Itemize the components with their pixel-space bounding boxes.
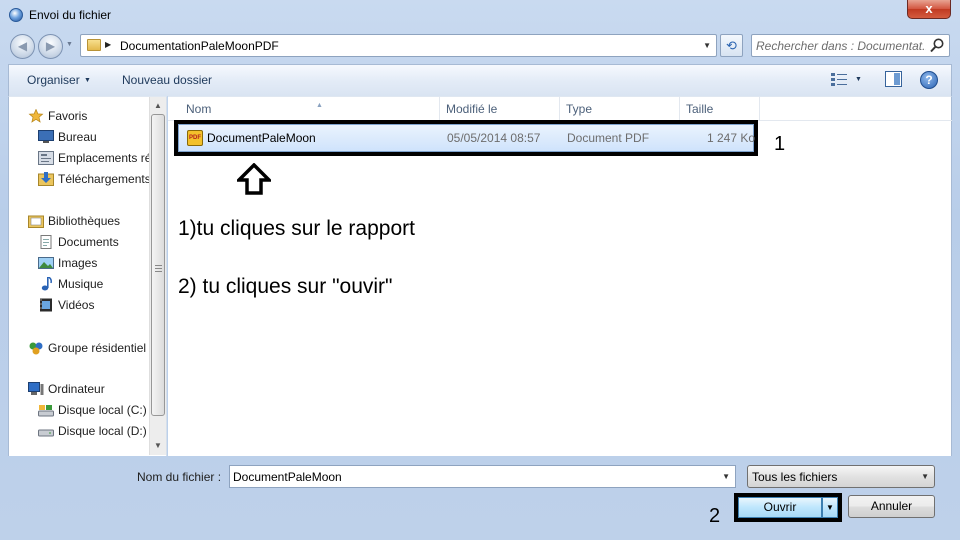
homegroup-icon xyxy=(29,342,43,355)
navigation-pane: Favoris Bureau Emplacements ré Télécharg… xyxy=(8,96,167,456)
file-modified: 05/05/2014 08:57 xyxy=(447,131,541,145)
address-bar[interactable]: ▶ DocumentationPaleMoonPDF ▼ xyxy=(80,34,717,57)
filename-dropdown-icon[interactable]: ▼ xyxy=(722,472,730,481)
file-upload-dialog: Envoi du fichier x ◀ ▶ ▼ ▶ Documentation… xyxy=(0,0,960,540)
search-icon[interactable] xyxy=(929,37,945,54)
annotation-marker-2: 2 xyxy=(709,505,721,527)
drive-d-icon xyxy=(38,429,54,437)
browser-globe-icon xyxy=(9,8,23,22)
music-icon xyxy=(41,277,52,291)
videos-icon xyxy=(40,298,52,312)
sidebar-item-label: Bibliothèques xyxy=(48,214,121,228)
scrollbar-thumb[interactable] xyxy=(151,114,165,416)
pdf-icon: PDF xyxy=(187,130,203,146)
sidebar-item-label: Bureau xyxy=(58,130,97,144)
annotation-step-2: 2) tu cliques sur "ouvir" xyxy=(178,275,393,298)
chevron-down-icon[interactable]: ▼ xyxy=(921,472,929,481)
column-header-size[interactable]: Taille xyxy=(680,97,760,121)
sidebar-item-label: Emplacements ré xyxy=(58,151,152,165)
open-button[interactable]: Ouvrir xyxy=(738,497,822,518)
help-icon[interactable]: ? xyxy=(920,71,938,89)
new-folder-button[interactable]: Nouveau dossier xyxy=(122,73,212,87)
table-row[interactable]: PDF DocumentPaleMoon 05/05/2014 08:57 Do… xyxy=(174,120,758,156)
back-button[interactable]: ◀ xyxy=(10,34,35,59)
sidebar-item-label: Vidéos xyxy=(58,298,95,312)
filename-label: Nom du fichier : xyxy=(137,470,222,484)
computer-icon xyxy=(28,382,44,395)
column-header-name[interactable]: Nom ▲ xyxy=(180,97,440,121)
desktop-icon xyxy=(38,130,54,143)
annotation-marker-1: 1 xyxy=(774,133,786,155)
sidebar-scrollbar[interactable]: ▲ ▼ xyxy=(149,97,166,455)
file-size: 1 247 Ko xyxy=(707,131,756,145)
preview-pane-icon[interactable] xyxy=(885,71,902,87)
refresh-icon: ⟲ xyxy=(726,38,737,53)
recent-pages-chevron-icon[interactable]: ▼ xyxy=(66,41,73,48)
downloads-icon xyxy=(38,172,54,186)
forward-button[interactable]: ▶ xyxy=(38,34,63,59)
file-type: Document PDF xyxy=(567,131,650,145)
documents-icon xyxy=(40,235,52,249)
libraries-icon xyxy=(28,215,44,228)
view-options-icon[interactable] xyxy=(831,72,847,86)
sidebar-item-label: Images xyxy=(58,256,98,270)
open-options-dropdown-icon[interactable]: ▼ xyxy=(822,497,838,518)
recent-places-icon xyxy=(38,151,54,165)
search-box[interactable] xyxy=(751,34,950,57)
open-button-highlight: Ouvrir ▼ xyxy=(734,493,842,522)
sort-ascending-icon: ▲ xyxy=(316,102,323,109)
star-icon xyxy=(28,109,44,123)
back-arrow-icon: ◀ xyxy=(17,39,28,53)
sidebar-item-label: Musique xyxy=(58,277,104,291)
scroll-down-icon[interactable]: ▼ xyxy=(154,441,162,450)
close-button[interactable]: x xyxy=(907,0,951,19)
drive-c-icon xyxy=(38,405,54,417)
column-header-modified[interactable]: Modifié le xyxy=(440,97,560,121)
title-bar: Envoi du fichier x xyxy=(0,0,960,30)
pictures-icon xyxy=(38,257,54,269)
breadcrumb[interactable]: DocumentationPaleMoonPDF xyxy=(120,39,279,53)
command-bar: Organiser ▼ Nouveau dossier ▼ ? xyxy=(8,64,952,96)
address-dropdown-icon[interactable]: ▼ xyxy=(703,41,711,50)
sidebar-item-label: Documents xyxy=(58,235,119,249)
chevron-down-icon[interactable]: ▼ xyxy=(84,77,91,84)
refresh-button[interactable]: ⟲ xyxy=(720,34,743,57)
file-type-select[interactable]: Tous les fichiers ▼ xyxy=(747,465,935,488)
sidebar-item-label: Groupe résidentiel xyxy=(48,341,147,355)
cancel-button[interactable]: Annuler xyxy=(848,495,935,518)
forward-arrow-icon: ▶ xyxy=(45,39,56,53)
sidebar-item-label: Favoris xyxy=(48,109,88,123)
folder-icon xyxy=(87,39,101,51)
organise-button[interactable]: Organiser xyxy=(27,73,80,87)
file-type-value: Tous les fichiers xyxy=(752,470,838,484)
grip-icon xyxy=(155,265,162,272)
arrow-up-icon xyxy=(237,163,271,195)
sidebar-item-label: Téléchargements xyxy=(58,172,151,186)
filename-combobox[interactable]: ▼ xyxy=(229,465,736,488)
scroll-up-icon[interactable]: ▲ xyxy=(154,101,162,110)
filename-field[interactable] xyxy=(233,469,703,485)
search-input[interactable] xyxy=(756,38,926,54)
column-headers: Nom ▲ Modifié le Type Taille xyxy=(168,97,952,121)
column-header-type[interactable]: Type xyxy=(560,97,680,121)
chevron-down-icon[interactable]: ▼ xyxy=(855,76,862,83)
sidebar-item-label: Disque local (D:) xyxy=(58,424,147,438)
file-name: DocumentPaleMoon xyxy=(207,131,316,145)
breadcrumb-separator-icon[interactable]: ▶ xyxy=(105,40,111,49)
sidebar-item-label: Ordinateur xyxy=(48,382,105,396)
annotation-step-1: 1)tu cliques sur le rapport xyxy=(178,217,415,240)
window-title: Envoi du fichier xyxy=(29,8,112,22)
sidebar-item-label: Disque local (C:) xyxy=(58,403,147,417)
